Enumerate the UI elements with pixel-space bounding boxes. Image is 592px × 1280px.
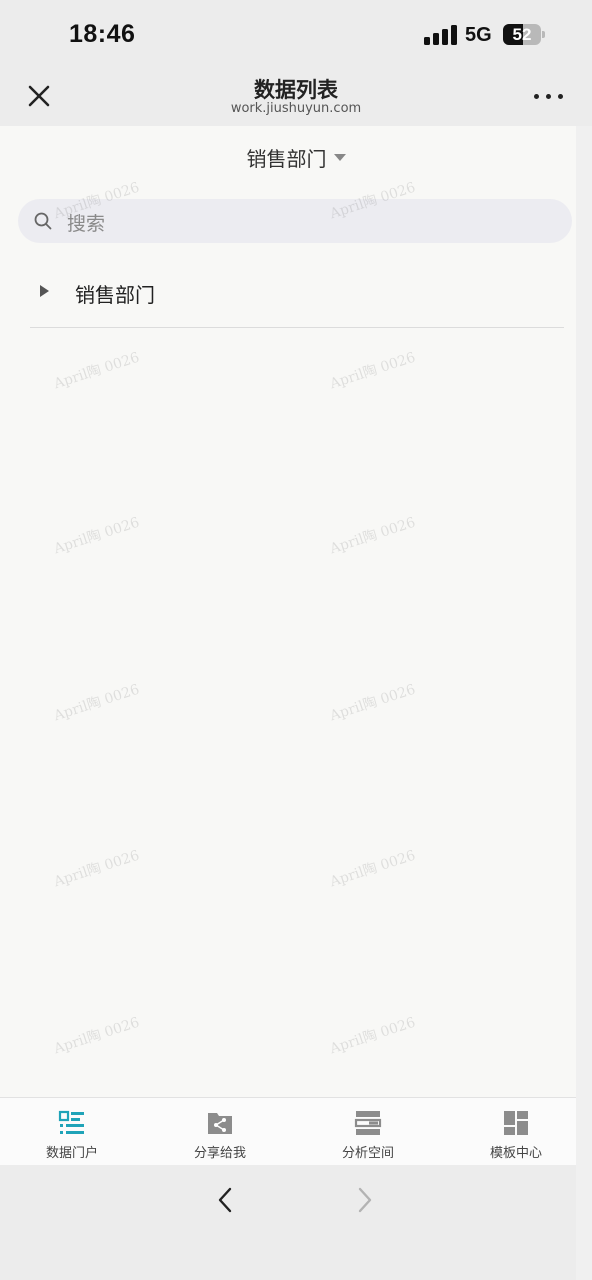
bottom-tab-bar: 数据门户 分享给我 分析空间 模板中心 bbox=[0, 1097, 576, 1165]
watermark: April陶 0026 bbox=[328, 514, 418, 558]
chevron-left-icon bbox=[218, 1187, 232, 1213]
signal-icon bbox=[424, 25, 458, 45]
nav-header: 数据列表 work.jiushuyun.com bbox=[0, 66, 592, 126]
battery-level: 52 bbox=[512, 25, 532, 44]
tree-item-sales-department[interactable]: 销售部门 bbox=[30, 268, 564, 328]
search-input[interactable]: 搜索 bbox=[18, 199, 572, 243]
watermark: April陶 0026 bbox=[328, 681, 418, 725]
tab-data-portal[interactable]: 数据门户 bbox=[0, 1098, 144, 1166]
chevron-right-icon bbox=[358, 1187, 372, 1213]
analysis-space-icon bbox=[354, 1111, 382, 1135]
battery-icon: 52 bbox=[503, 24, 541, 45]
watermark: April陶 0026 bbox=[328, 1014, 418, 1058]
page-title: 数据列表 bbox=[254, 78, 338, 102]
template-center-icon bbox=[504, 1111, 528, 1135]
status-time: 18:46 bbox=[69, 20, 136, 48]
watermark: April陶 0026 bbox=[328, 349, 418, 393]
tab-template-center[interactable]: 模板中心 bbox=[444, 1098, 588, 1166]
tab-label: 数据门户 bbox=[45, 1146, 98, 1161]
department-selector-label: 销售部门 bbox=[246, 147, 327, 171]
watermark: April陶 0026 bbox=[52, 514, 142, 558]
battery-cap bbox=[542, 31, 545, 38]
watermark: April陶 0026 bbox=[328, 847, 418, 891]
tab-label: 分享给我 bbox=[193, 1146, 246, 1161]
watermark: April陶 0026 bbox=[52, 847, 142, 891]
watermark: April陶 0026 bbox=[52, 349, 142, 393]
tab-shared-with-me[interactable]: 分享给我 bbox=[148, 1098, 292, 1166]
search-placeholder: 搜索 bbox=[67, 213, 106, 235]
watermark: April陶 0026 bbox=[52, 1014, 142, 1058]
data-portal-icon bbox=[58, 1110, 84, 1134]
page-url: work.jiushuyun.com bbox=[230, 101, 362, 116]
forward-button[interactable] bbox=[350, 1182, 380, 1218]
tab-label: 分析空间 bbox=[341, 1146, 394, 1161]
status-bar: 18:46 5G 52 bbox=[0, 0, 592, 66]
department-selector[interactable]: 销售部门 bbox=[0, 143, 592, 173]
back-button[interactable] bbox=[210, 1182, 240, 1218]
network-label: 5G bbox=[465, 24, 492, 46]
tree-item-label: 销售部门 bbox=[75, 283, 155, 307]
more-button[interactable] bbox=[532, 84, 566, 108]
watermark: April陶 0026 bbox=[52, 681, 142, 725]
tab-analysis-space[interactable]: 分析空间 bbox=[296, 1098, 440, 1166]
tab-label: 模板中心 bbox=[489, 1146, 542, 1161]
caret-down-icon bbox=[333, 154, 346, 161]
caret-right-icon bbox=[40, 285, 49, 297]
browser-toolbar bbox=[0, 1165, 576, 1280]
search-icon bbox=[34, 212, 52, 230]
shared-folder-icon bbox=[208, 1113, 232, 1134]
